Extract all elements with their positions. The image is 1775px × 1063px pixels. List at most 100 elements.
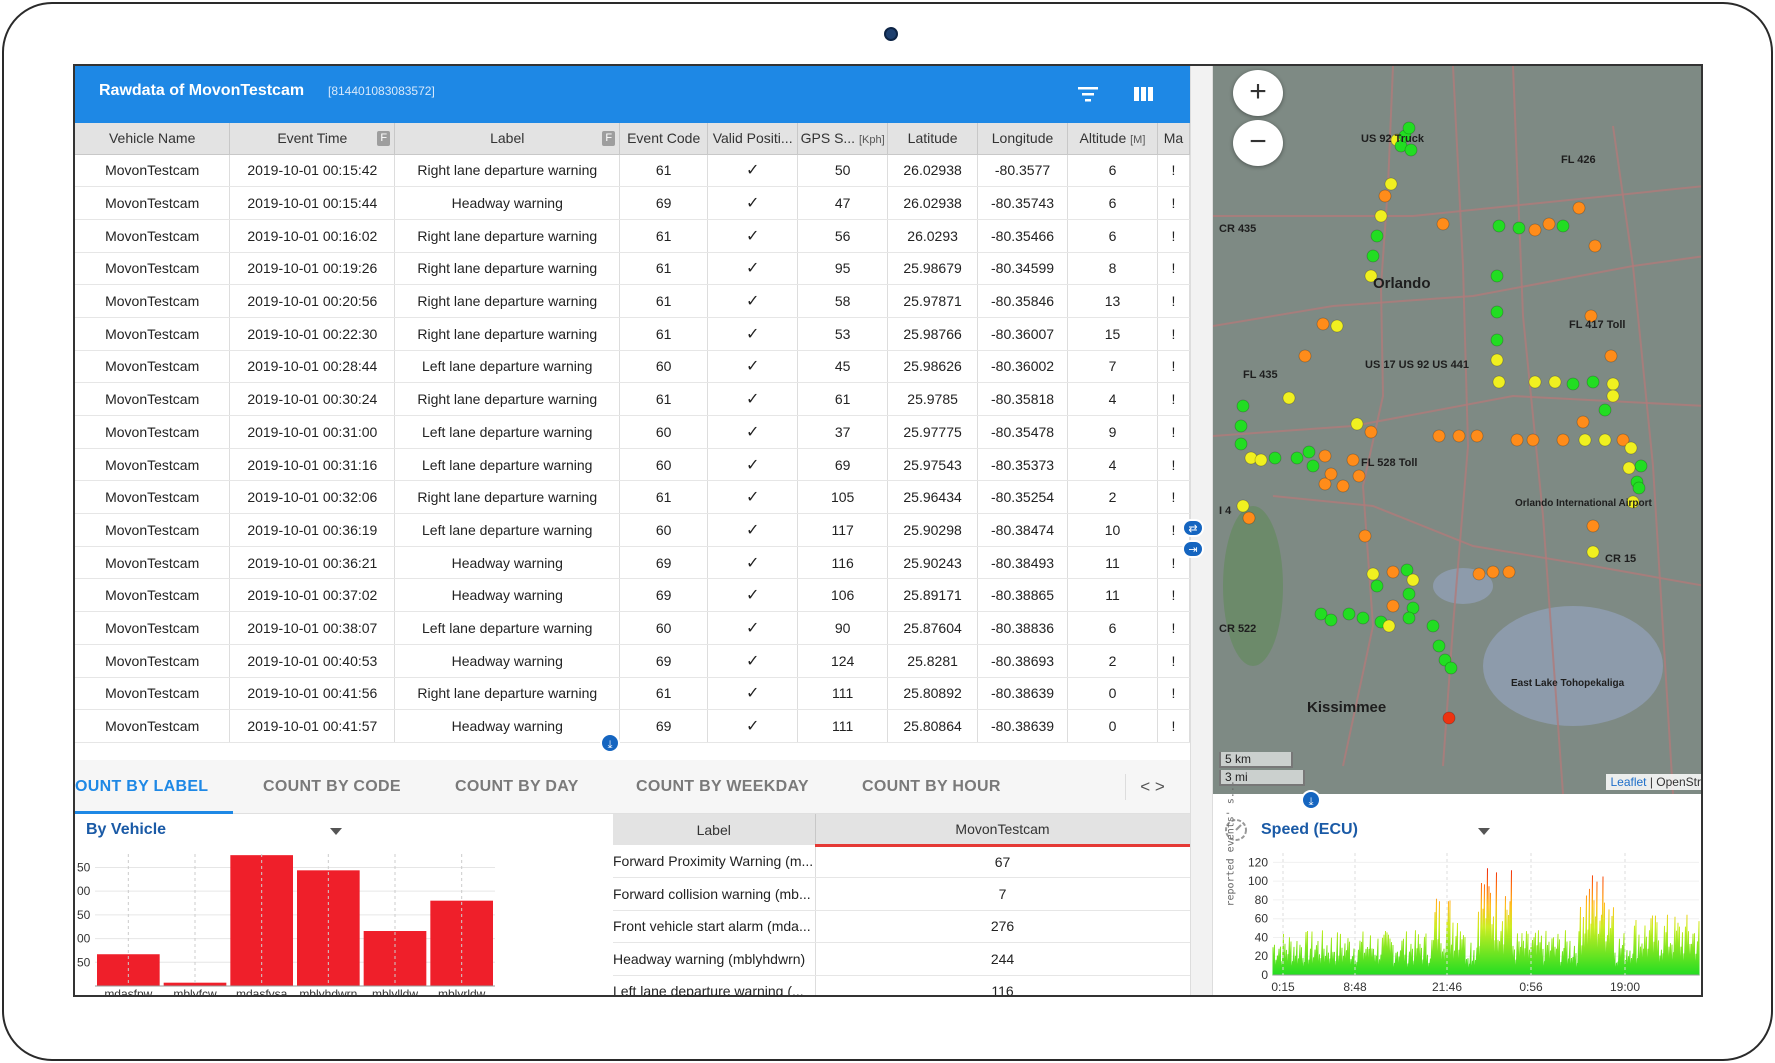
event-marker[interactable] [1254, 453, 1268, 467]
event-marker[interactable] [1330, 319, 1344, 333]
tab-scroll-arrows[interactable]: < > [1125, 774, 1179, 800]
column-header[interactable]: Altitude [M] [1067, 123, 1158, 155]
tab-count-by-weekday[interactable]: COUNT BY WEEKDAY [636, 760, 809, 814]
event-marker[interactable] [1432, 639, 1446, 653]
table-row[interactable]: MovonTestcam 2019-10-01 00:41:57 Headway w… [75, 709, 1190, 743]
zoom-in-button[interactable]: + [1233, 70, 1283, 116]
event-marker[interactable] [1490, 333, 1504, 347]
event-marker[interactable] [1586, 375, 1600, 389]
event-marker[interactable] [1526, 433, 1540, 447]
table-row[interactable]: MovonTestcam 2019-10-01 00:31:00 Left lane… [75, 415, 1190, 449]
tab-count-by-code[interactable]: COUNT BY CODE [263, 760, 401, 814]
table-row[interactable]: MovonTestcam 2019-10-01 00:32:06 Right lan… [75, 480, 1190, 515]
event-marker[interactable] [1306, 459, 1320, 473]
table-row[interactable]: MovonTestcam 2019-10-01 00:36:21 Headway w… [75, 546, 1190, 580]
collapse-left-icon[interactable]: ⇄ [1182, 519, 1204, 537]
event-marker[interactable] [1444, 661, 1458, 675]
table-row[interactable]: MovonTestcam 2019-10-01 00:19:26 Right lan… [75, 252, 1190, 286]
event-marker[interactable] [1470, 429, 1484, 443]
column-header[interactable]: Ma [1157, 123, 1190, 155]
event-marker[interactable] [1442, 711, 1456, 725]
event-marker[interactable] [1634, 459, 1648, 473]
event-marker[interactable] [1282, 391, 1296, 405]
event-marker[interactable] [1586, 545, 1600, 559]
table-row[interactable]: MovonTestcam 2019-10-01 00:15:44 Headway w… [75, 186, 1190, 220]
map-resize-handle[interactable]: ⤓ [1301, 790, 1321, 810]
event-marker[interactable] [1364, 425, 1378, 439]
event-marker[interactable] [1386, 599, 1400, 613]
event-marker[interactable] [1366, 567, 1380, 581]
table-row[interactable]: MovonTestcam 2019-10-01 00:41:56 Right lan… [75, 677, 1190, 711]
event-marker[interactable] [1268, 451, 1282, 465]
event-marker[interactable] [1318, 449, 1332, 463]
bar[interactable] [430, 900, 493, 986]
tab-count-by-hour[interactable]: COUNT BY HOUR [862, 760, 1001, 814]
event-marker[interactable] [1576, 415, 1590, 429]
column-header[interactable]: GPS S... [Kph] [797, 123, 889, 155]
event-marker[interactable] [1632, 481, 1646, 495]
event-marker[interactable] [1236, 499, 1250, 513]
table-row[interactable]: MovonTestcam 2019-10-01 00:28:44 Left lane… [75, 350, 1190, 384]
event-marker[interactable] [1572, 201, 1586, 215]
tab-count-by-label[interactable]: OUNT BY LABEL [75, 760, 233, 814]
event-marker[interactable] [1492, 375, 1506, 389]
event-marker[interactable] [1556, 219, 1570, 233]
event-marker[interactable] [1404, 143, 1418, 157]
column-header[interactable]: Valid Positi... [707, 123, 799, 155]
event-marker[interactable] [1542, 217, 1556, 231]
chevron-down-icon[interactable] [330, 828, 342, 835]
filter-icon[interactable] [1073, 80, 1103, 108]
event-marker[interactable] [1598, 433, 1612, 447]
event-marker[interactable] [1290, 451, 1304, 465]
event-marker[interactable] [1378, 189, 1392, 203]
counts-header-vehicle[interactable]: MovonTestcam [815, 814, 1190, 847]
event-marker[interactable] [1588, 239, 1602, 253]
event-marker[interactable] [1384, 177, 1398, 191]
event-marker[interactable] [1604, 349, 1618, 363]
event-marker[interactable] [1486, 565, 1500, 579]
list-item[interactable]: Forward collision warning (mb... 7 [613, 877, 1190, 911]
event-marker[interactable] [1236, 399, 1250, 413]
event-marker[interactable] [1316, 317, 1330, 331]
list-item[interactable]: Headway warning (mblyhdwrn) 244 [613, 942, 1190, 976]
table-row[interactable]: MovonTestcam 2019-10-01 00:40:53 Headway w… [75, 644, 1190, 678]
event-marker[interactable] [1492, 219, 1506, 233]
event-marker[interactable] [1556, 433, 1570, 447]
collapse-right-icon[interactable]: ⇥ [1182, 540, 1204, 558]
event-marker[interactable] [1366, 249, 1380, 263]
event-marker[interactable] [1336, 479, 1350, 493]
table-row[interactable]: MovonTestcam 2019-10-01 00:31:16 Left lane… [75, 448, 1190, 482]
event-marker[interactable] [1624, 441, 1638, 455]
column-header[interactable]: Latitude [887, 123, 979, 155]
event-marker[interactable] [1402, 587, 1416, 601]
table-row[interactable]: MovonTestcam 2019-10-01 00:16:02 Right lan… [75, 219, 1190, 253]
event-marker[interactable] [1510, 433, 1524, 447]
event-marker[interactable] [1502, 565, 1516, 579]
event-marker[interactable] [1370, 579, 1384, 593]
event-marker[interactable] [1622, 461, 1636, 475]
event-marker[interactable] [1352, 469, 1366, 483]
event-marker[interactable] [1586, 519, 1600, 533]
event-marker[interactable] [1426, 619, 1440, 633]
speed-area[interactable] [1272, 868, 1700, 976]
event-marker[interactable] [1598, 403, 1612, 417]
event-marker[interactable] [1342, 607, 1356, 621]
event-marker[interactable] [1528, 223, 1542, 237]
table-row[interactable]: MovonTestcam 2019-10-01 00:30:24 Right lan… [75, 382, 1190, 416]
event-marker[interactable] [1382, 619, 1396, 633]
event-marker[interactable] [1490, 269, 1504, 283]
event-marker[interactable] [1490, 353, 1504, 367]
column-header[interactable]: Event Code [619, 123, 709, 155]
leaflet-link[interactable]: Leaflet [1610, 775, 1646, 789]
event-marker[interactable] [1386, 565, 1400, 579]
event-marker[interactable] [1358, 529, 1372, 543]
event-marker[interactable] [1452, 429, 1466, 443]
event-marker[interactable] [1606, 377, 1620, 391]
event-marker[interactable] [1298, 349, 1312, 363]
column-header[interactable]: Event Time F [229, 123, 396, 155]
event-marker[interactable] [1472, 567, 1486, 581]
counts-header-label[interactable]: Label [613, 814, 816, 845]
resize-handle[interactable]: ⤓ [600, 733, 620, 753]
event-marker[interactable] [1548, 375, 1562, 389]
tab-count-by-day[interactable]: COUNT BY DAY [455, 760, 579, 814]
